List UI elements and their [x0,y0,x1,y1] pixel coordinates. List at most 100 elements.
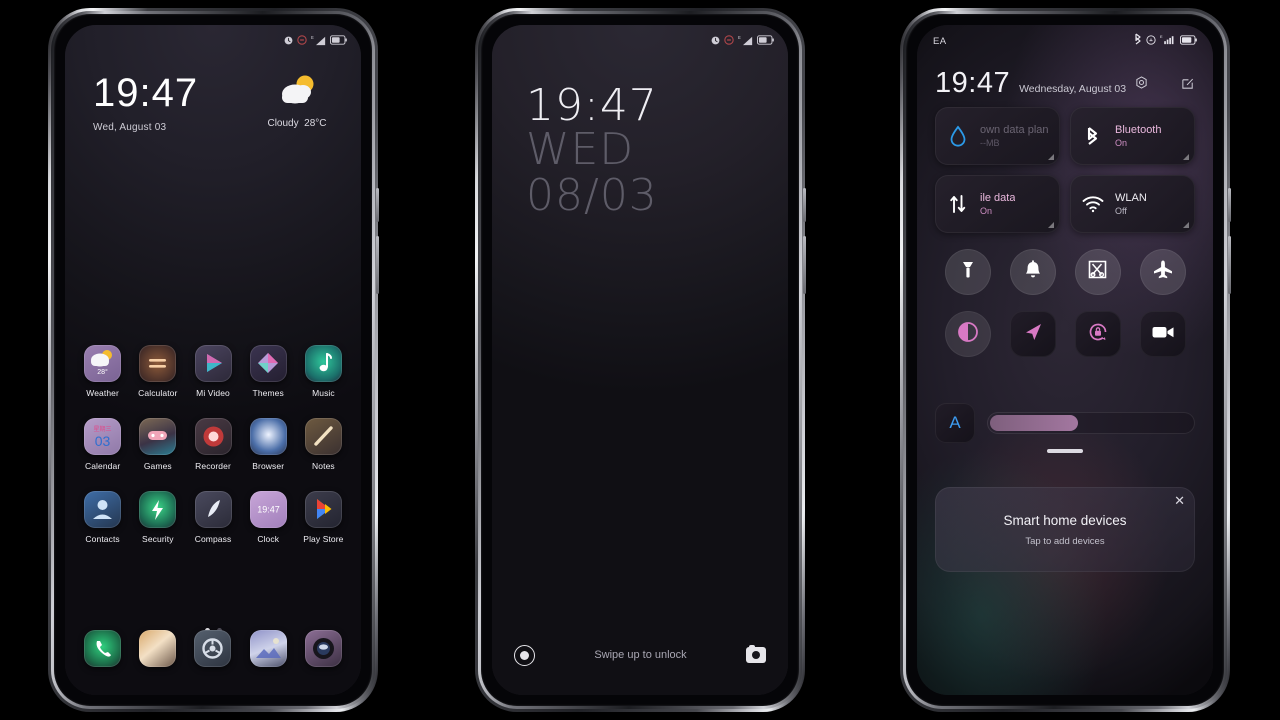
smart-home-title: Smart home devices [1003,512,1127,528]
panel-grabber[interactable] [917,449,1213,453]
close-icon[interactable]: ✕ [1174,494,1185,507]
phone-lock-screen: E 19:47 WED 08/03 Swipe up to unlock [475,8,806,712]
app-compass[interactable]: Compass [185,491,240,544]
home-weather-widget[interactable]: Cloudy 28°C [249,73,345,129]
volume-up-key[interactable] [1228,188,1231,222]
app-label: Compass [194,534,232,544]
settings-icon[interactable] [194,630,232,667]
bluetooth-tile[interactable]: Bluetooth On [1070,107,1195,165]
ringtone-toggle[interactable] [1009,249,1056,295]
flashlight-toggle[interactable] [944,249,991,295]
app-music[interactable]: Music [296,345,351,398]
svg-text:E: E [311,35,314,40]
app-calendar[interactable]: 星期三 03 Calendar [75,418,130,471]
data-usage-tile[interactable]: own data plan --MB [935,107,1060,165]
home-clock-widget[interactable]: 19:47 Wed, August 03 [93,73,198,133]
screenshot-icon [1087,259,1108,285]
volume-up-key[interactable] [376,188,379,222]
app-mi-video[interactable]: Mi Video [185,345,240,398]
app-play-store[interactable]: Play Store [296,491,351,544]
bluetooth-icon [1133,32,1142,50]
battery-icon [1180,32,1197,50]
weather-icon: 28° [84,345,122,382]
app-label: Recorder [195,461,231,471]
brightness-slider[interactable] [987,412,1195,434]
airplane-mode-toggle[interactable] [1139,249,1186,295]
airplane-icon [1152,259,1174,286]
tile-title: Bluetooth [1115,124,1162,136]
camera-icon[interactable] [746,645,766,663]
screen-recorder-toggle[interactable] [1139,311,1186,357]
svg-text:19:47: 19:47 [257,505,280,515]
app-security[interactable]: Security [130,491,185,544]
tile-expand-corner[interactable] [1183,154,1189,160]
tile-expand-corner[interactable] [1048,222,1054,228]
tile-text: own data plan --MB [980,124,1049,148]
wlan-tile[interactable]: WLAN Off [1070,175,1195,233]
cc-time: 19:47 [935,67,1011,99]
edit-icon[interactable] [1181,77,1195,98]
tile-subtitle: On [1115,138,1128,148]
contacts-icon [84,491,122,528]
tile-expand-corner[interactable] [1183,222,1189,228]
tile-text: ile data On [980,192,1015,216]
dark-mode-toggle[interactable] [944,311,991,357]
auto-brightness-button[interactable]: A [935,403,975,443]
svg-text:03: 03 [95,433,111,449]
volume-up-key[interactable] [803,188,806,222]
tile-text: WLAN Off [1115,192,1147,216]
screenshot-toggle[interactable] [1074,249,1121,295]
phone3-status-bar: EA E [917,25,1213,57]
gallery-icon[interactable] [249,630,287,667]
location-toggle[interactable] [1009,311,1056,357]
home-dock [75,630,351,667]
app-label: Contacts [85,534,120,544]
bluetooth-icon [1081,125,1104,147]
fingerprint-icon[interactable] [514,644,535,666]
app-contacts[interactable]: Contacts [75,491,130,544]
app-clock[interactable]: 19:47 Clock [241,491,296,544]
app-games[interactable]: Games [130,418,185,471]
tile-title: WLAN [1115,192,1147,204]
auto-rotate-toggle[interactable] [1074,311,1121,357]
mobile-data-tile[interactable]: ile data On [935,175,1060,233]
phone2-status-bar: E [492,25,788,55]
cc-date: Wednesday, August 03 [1019,83,1127,95]
battery-icon [330,35,347,45]
phone-icon[interactable] [84,630,122,667]
app-label: Play Store [303,534,344,544]
lock-clock-widget: 19:47 WED 08/03 [526,84,658,221]
signal-icon: E [738,35,753,46]
power-key[interactable] [1228,236,1231,294]
app-recorder[interactable]: Recorder [185,418,240,471]
messages-icon[interactable] [139,630,177,667]
phone1-status-bar: E [65,25,361,55]
notes-icon [304,418,342,455]
app-themes[interactable]: Themes [241,345,296,398]
system-icons: E [1133,32,1197,50]
app-calculator[interactable]: Calculator [130,345,185,398]
flashlight-icon [958,259,978,286]
smart-home-card[interactable]: ✕ Smart home devices Tap to add devices [935,487,1195,572]
clock-icon: 19:47 [249,491,287,528]
lock-date: 08/03 [526,169,658,221]
app-browser[interactable]: Browser [241,418,296,471]
app-notes[interactable]: Notes [296,418,351,471]
signal-icon: E [1160,32,1176,50]
camera-icon[interactable] [304,630,342,667]
app-label: Clock [257,534,280,544]
tile-expand-corner[interactable] [1048,154,1054,160]
play-store-icon [304,491,342,528]
security-icon [139,491,177,528]
screenshot-stage: E 19:47 Wed, August 03 Cloudy 28°C 28° W… [0,0,1280,720]
dnd-icon [1146,32,1156,50]
app-label: Music [312,388,335,398]
app-weather[interactable]: 28° Weather [75,345,130,398]
power-key[interactable] [803,236,806,294]
control-center-header: 19:47 Wednesday, August 03 [935,69,1195,98]
power-key[interactable] [376,236,379,294]
app-row: 28° Weather Calculator Mi Video Themes M… [75,345,351,398]
gear-hex-icon[interactable] [1135,76,1148,98]
alarm-icon [284,36,293,45]
calendar-icon: 星期三 03 [84,418,122,455]
